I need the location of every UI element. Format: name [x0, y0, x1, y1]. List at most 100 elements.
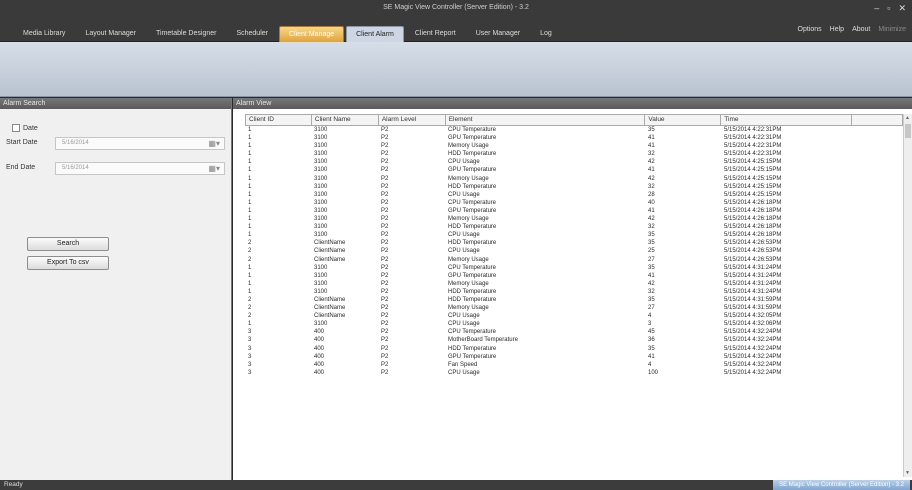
tab-timetable-designer[interactable]: Timetable Designer — [147, 26, 225, 42]
tab-client-report[interactable]: Client Report — [406, 26, 465, 42]
scroll-up-icon[interactable]: ▲ — [905, 115, 910, 121]
cell-element: Memory Usage — [448, 256, 489, 263]
table-row[interactable]: 1 3100 P2 CPU Temperature 35 5/15/2014 4:22:3… — [245, 126, 903, 134]
minimize-icon[interactable]: – — [874, 3, 879, 14]
tab-log[interactable]: Log — [531, 26, 561, 42]
cell-client-name: 3100 — [314, 224, 328, 231]
minimize-menu[interactable]: Minimize — [878, 26, 906, 33]
calendar-dropdown-icon[interactable]: ▦▾ — [208, 139, 220, 148]
column-header-value[interactable]: Value — [644, 115, 720, 125]
scroll-down-icon[interactable]: ▼ — [905, 470, 910, 476]
cell-client-id: 1 — [248, 321, 252, 328]
table-row[interactable]: 1 3100 P2 Memory Usage 42 5/15/2014 4:31:24PM — [245, 280, 903, 288]
table-row[interactable]: 1 3100 P2 Memory Usage 42 5/15/2014 4:25:15PM — [245, 175, 903, 183]
table-row[interactable]: 3 400 P2 CPU Usage 100 5/15/2014 4:32:24PM — [245, 369, 903, 377]
window-title: SE Magic View Controller (Server Edition… — [383, 4, 529, 11]
column-header-client-name[interactable]: Client Name — [310, 115, 378, 125]
column-header-client-id[interactable]: Client ID — [245, 115, 311, 125]
cell-time: 5/15/2014 4:32:24PM — [724, 329, 782, 336]
table-body: 1 3100 P2 CPU Temperature 35 5/15/2014 4:22:3… — [245, 126, 903, 377]
table-row[interactable]: 2 ClientName P2 HDD Temperature 35 5/15/2014 … — [245, 239, 903, 247]
tab-user-manager[interactable]: User Manager — [467, 26, 529, 42]
vertical-scrollbar[interactable]: ▲ ▼ — [903, 114, 912, 477]
cell-element: CPU Usage — [448, 313, 480, 320]
table-row[interactable]: 1 3100 P2 GPU Temperature 41 5/15/2014 4:31:2… — [245, 272, 903, 280]
scroll-thumb[interactable] — [905, 124, 911, 138]
cell-alarm-level: P2 — [381, 353, 389, 360]
cell-client-name: 3100 — [314, 280, 328, 287]
tab-layout-manager[interactable]: Layout Manager — [76, 26, 145, 42]
table-row[interactable]: 1 3100 P2 HDD Temperature 32 5/15/2014 4:22:3… — [245, 150, 903, 158]
table-row[interactable]: 1 3100 P2 CPU Usage 3 5/15/2014 4:32:06PM — [245, 320, 903, 328]
start-date-field[interactable]: 5/16/2014 ▦▾ — [55, 137, 225, 150]
cell-time: 5/15/2014 4:26:53PM — [724, 248, 782, 255]
tab-client-manage[interactable]: Client Manage — [278, 26, 345, 42]
table-row[interactable]: 1 3100 P2 Memory Usage 42 5/15/2014 4:26:18PM — [245, 215, 903, 223]
table-row[interactable]: 1 3100 P2 CPU Usage 28 5/15/2014 4:25:15PM — [245, 191, 903, 199]
table-row[interactable]: 2 ClientName P2 CPU Usage 4 5/15/2014 4:32:05… — [245, 312, 903, 320]
options-menu[interactable]: Options — [798, 26, 822, 33]
cell-alarm-level: P2 — [381, 175, 389, 182]
cell-element: CPU Usage — [448, 191, 480, 198]
cell-alarm-level: P2 — [381, 191, 389, 198]
cell-alarm-level: P2 — [381, 313, 389, 320]
table-row[interactable]: 1 3100 P2 Memory Usage 41 5/15/2014 4:22:31PM — [245, 142, 903, 150]
alarm-search-panel: Alarm Search Date Start Date 5/16/2014 ▦… — [0, 98, 232, 480]
table-row[interactable]: 3 400 P2 MotherBoard Temperature 36 5/15/2014… — [245, 336, 903, 344]
close-icon[interactable]: ✕ — [898, 3, 906, 14]
about-menu[interactable]: About — [852, 26, 870, 33]
column-header-element[interactable]: Element — [444, 115, 645, 125]
cell-element: GPU Temperature — [448, 135, 497, 142]
cell-element: CPU Usage — [448, 369, 480, 376]
table-row[interactable]: 3 400 P2 CPU Temperature 45 5/15/2014 4:32:24… — [245, 328, 903, 336]
cell-value: 35 — [648, 127, 655, 133]
calendar-dropdown-icon[interactable]: ▦▾ — [208, 164, 220, 173]
column-header-alarm-level[interactable]: Alarm Level — [377, 115, 445, 125]
table-row[interactable]: 1 3100 P2 CPU Usage 35 5/15/2014 4:26:18PM — [245, 231, 903, 239]
table-row[interactable]: 1 3100 P2 HDD Temperature 32 5/15/2014 4:26:1… — [245, 223, 903, 231]
end-date-field[interactable]: 5/16/2014 ▦▾ — [55, 162, 225, 175]
ribbon-area — [0, 42, 912, 97]
help-menu[interactable]: Help — [830, 26, 844, 33]
cell-client-id: 2 — [248, 313, 252, 320]
cell-client-name: 3100 — [314, 143, 328, 150]
cell-client-id: 1 — [248, 191, 252, 198]
table-row[interactable]: 1 3100 P2 HDD Temperature 32 5/15/2014 4:25:1… — [245, 183, 903, 191]
cell-client-name: 3100 — [314, 216, 328, 223]
cell-element: HDD Temperature — [448, 224, 497, 231]
restore-icon[interactable]: ▫ — [887, 3, 890, 14]
table-row[interactable]: 2 ClientName P2 CPU Usage 25 5/15/2014 4:26:5… — [245, 247, 903, 255]
cell-time: 5/15/2014 4:22:31PM — [724, 151, 782, 158]
cell-time: 5/15/2014 4:31:24PM — [724, 272, 782, 279]
cell-client-name: 400 — [314, 329, 325, 336]
export-csv-button[interactable]: Export To csv — [27, 256, 109, 270]
table-row[interactable]: 1 3100 P2 GPU Temperature 41 5/15/2014 4:22:3… — [245, 134, 903, 142]
cell-time: 5/15/2014 4:32:24PM — [724, 345, 782, 352]
table-row[interactable]: 1 3100 P2 CPU Temperature 35 5/15/2014 4:31:2… — [245, 264, 903, 272]
table-row[interactable]: 2 ClientName P2 Memory Usage 27 5/15/2014 4:3… — [245, 304, 903, 312]
table-row[interactable]: 1 3100 P2 HDD Temperature 32 5/15/2014 4:31:2… — [245, 288, 903, 296]
cell-client-name: 400 — [314, 369, 325, 376]
column-header-time[interactable]: Time — [720, 115, 851, 125]
table-row[interactable]: 2 ClientName P2 HDD Temperature 35 5/15/2014 … — [245, 296, 903, 304]
date-checkbox[interactable] — [12, 124, 20, 132]
cell-time: 5/15/2014 4:32:24PM — [724, 361, 782, 368]
date-checkbox-row[interactable]: Date — [12, 124, 38, 132]
table-row[interactable]: 3 400 P2 HDD Temperature 35 5/15/2014 4:32:24… — [245, 345, 903, 353]
tab-scheduler[interactable]: Scheduler — [227, 26, 277, 42]
table-row[interactable]: 2 ClientName P2 Memory Usage 27 5/15/2014 4:2… — [245, 256, 903, 264]
cell-alarm-level: P2 — [381, 264, 389, 271]
start-date-label: Start Date — [6, 139, 38, 146]
table-row[interactable]: 1 3100 P2 GPU Temperature 41 5/15/2014 4:26:1… — [245, 207, 903, 215]
tab-client-alarm[interactable]: Client Alarm — [346, 26, 404, 42]
cell-client-id: 1 — [248, 224, 252, 231]
cell-element: Memory Usage — [448, 280, 489, 287]
table-row[interactable]: 3 400 P2 GPU Temperature 41 5/15/2014 4:32:24… — [245, 353, 903, 361]
table-row[interactable]: 1 3100 P2 GPU Temperature 41 5/15/2014 4:25:1… — [245, 166, 903, 174]
cell-time: 5/15/2014 4:25:15PM — [724, 167, 782, 174]
table-row[interactable]: 3 400 P2 Fan Speed 4 5/15/2014 4:32:24PM — [245, 361, 903, 369]
table-row[interactable]: 1 3100 P2 CPU Temperature 40 5/15/2014 4:26:1… — [245, 199, 903, 207]
search-button[interactable]: Search — [27, 237, 109, 251]
table-row[interactable]: 1 3100 P2 CPU Usage 42 5/15/2014 4:25:15PM — [245, 158, 903, 166]
tab-media-library[interactable]: Media Library — [14, 26, 74, 42]
